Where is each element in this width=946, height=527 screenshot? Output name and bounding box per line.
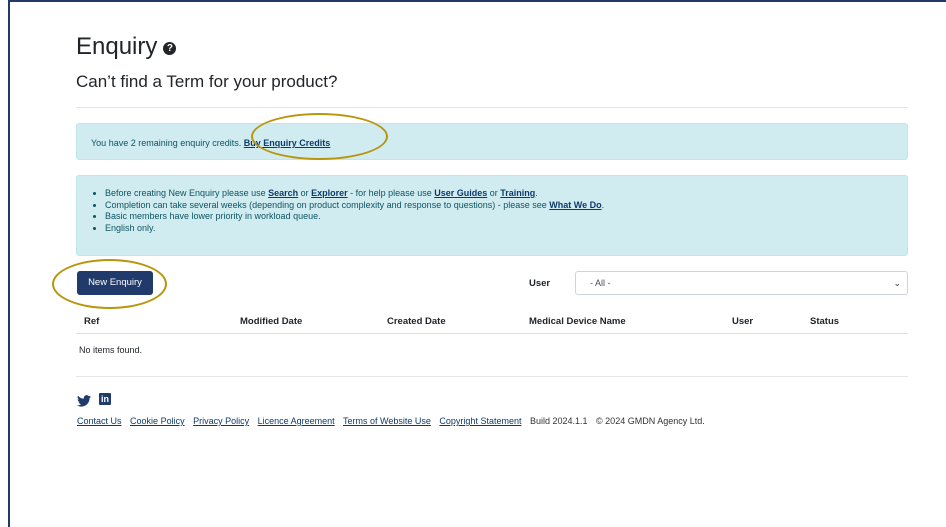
what-we-do-link[interactable]: What We Do bbox=[549, 200, 601, 210]
page-title: Enquiry? bbox=[76, 32, 177, 62]
column-header-user[interactable]: User bbox=[732, 316, 753, 327]
column-header-modified-date[interactable]: Modified Date bbox=[240, 316, 302, 327]
credits-alert: You have 2 remaining enquiry credits. Bu… bbox=[76, 123, 908, 160]
user-guides-link[interactable]: User Guides bbox=[434, 188, 487, 198]
privacy-policy-link[interactable]: Privacy Policy bbox=[193, 416, 249, 426]
build-version: Build 2024.1.1 bbox=[529, 416, 588, 426]
licence-agreement-link[interactable]: Licence Agreement bbox=[258, 416, 335, 426]
divider bbox=[76, 107, 908, 108]
column-header-ref[interactable]: Ref bbox=[84, 316, 99, 327]
column-header-created-date[interactable]: Created Date bbox=[387, 316, 446, 327]
info-alert: Before creating New Enquiry please use S… bbox=[76, 175, 908, 256]
user-filter-label: User bbox=[529, 278, 551, 289]
credits-message: You have 2 remaining enquiry credits. bbox=[91, 138, 242, 148]
new-enquiry-button[interactable]: New Enquiry bbox=[77, 271, 153, 295]
info-list: Before creating New Enquiry please use S… bbox=[91, 188, 604, 234]
copyright-statement-link[interactable]: Copyright Statement bbox=[439, 416, 521, 426]
terms-of-website-use-link[interactable]: Terms of Website Use bbox=[343, 416, 431, 426]
help-icon[interactable]: ? bbox=[163, 42, 177, 55]
table-header-border bbox=[76, 333, 908, 334]
user-filter-value: - All - bbox=[590, 278, 611, 288]
column-header-status[interactable]: Status bbox=[810, 316, 839, 327]
training-link[interactable]: Training bbox=[500, 188, 535, 198]
contact-us-link[interactable]: Contact Us bbox=[77, 416, 122, 426]
user-filter-select[interactable]: - All - ⌄ bbox=[575, 271, 908, 295]
explorer-link[interactable]: Explorer bbox=[311, 188, 348, 198]
info-item: Completion can take several weeks (depen… bbox=[105, 200, 604, 212]
copyright-text: © 2024 GMDN Agency Ltd. bbox=[596, 416, 705, 426]
footer-links: Contact Us Cookie Policy Privacy Policy … bbox=[77, 416, 711, 426]
page-subtitle: Can’t find a Term for your product? bbox=[76, 72, 338, 91]
info-item: Basic members have lower priority in wor… bbox=[105, 211, 604, 223]
table-empty-message: No items found. bbox=[79, 345, 143, 355]
linkedin-icon[interactable]: in bbox=[99, 393, 111, 405]
buy-credits-link[interactable]: Buy Enquiry Credits bbox=[244, 138, 331, 148]
cookie-policy-link[interactable]: Cookie Policy bbox=[130, 416, 185, 426]
info-item: Before creating New Enquiry please use S… bbox=[105, 188, 604, 200]
chevron-down-icon: ⌄ bbox=[893, 278, 901, 288]
search-link[interactable]: Search bbox=[268, 188, 298, 198]
column-header-medical-device-name[interactable]: Medical Device Name bbox=[529, 316, 626, 327]
credits-text: You have 2 remaining enquiry credits. Bu… bbox=[91, 138, 330, 148]
footer-divider bbox=[76, 376, 908, 377]
twitter-icon[interactable] bbox=[77, 394, 91, 407]
info-item: English only. bbox=[105, 223, 604, 235]
